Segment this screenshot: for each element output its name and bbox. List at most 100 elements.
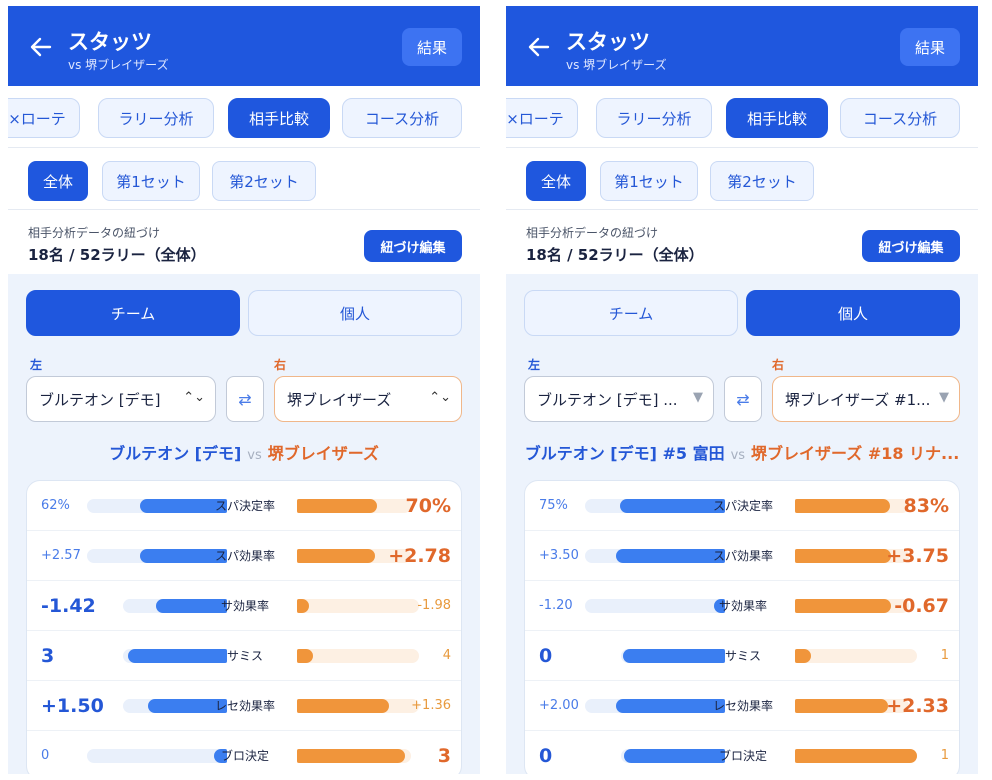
right-bar-track — [297, 499, 411, 513]
link-value: 18名 / 52ラリー（全体） — [526, 246, 704, 264]
right-bar — [297, 749, 405, 763]
right-bar — [795, 649, 811, 663]
dropdown-triangle-icon: ▼ — [939, 390, 949, 405]
left-team-select-value: ブルテオン [デモ] — [39, 390, 161, 409]
tab-rally-analysis[interactable]: ラリー分析 — [596, 98, 712, 138]
stat-right-value: +2.78 — [388, 545, 451, 567]
set-1-button[interactable]: 第1セット — [600, 161, 698, 201]
right-bar-track — [795, 749, 917, 763]
stat-left-value: 0 — [539, 645, 553, 667]
matchup-right: 堺ブレイザーズ — [267, 444, 379, 463]
stats-compare-card: 62% スパ決定率 70% +2.57 スパ効果率 +2.78 -1.42 サ効果率 -1.98… — [26, 480, 462, 774]
matchup-left: ブルテオン [デモ] — [109, 444, 242, 463]
right-player-select[interactable]: 堺ブレイザーズ #1... ▼ — [772, 376, 960, 422]
stat-right-value: 1 — [940, 648, 949, 663]
right-player-select-value: 堺ブレイザーズ #1... — [785, 390, 931, 409]
tab-rotation[interactable]: ×ローテ — [506, 98, 578, 138]
result-button[interactable]: 結果 — [900, 28, 960, 66]
analysis-tabs: ×ローテ ラリー分析 相手比較 コース分析 — [506, 86, 978, 148]
stat-label: スパ決定率 — [712, 499, 773, 513]
right-bar — [297, 599, 309, 613]
stat-row: 75% スパ決定率 83% — [525, 481, 959, 531]
dropdown-triangle-icon: ▼ — [693, 390, 703, 405]
left-team-select[interactable]: ブルテオン [デモ] ⌃⌄ — [26, 376, 216, 422]
right-bar-track — [297, 599, 419, 613]
matchup-left: ブルテオン [デモ] #5 富田 — [524, 444, 725, 463]
tab-rotation[interactable]: ×ローテ — [8, 98, 80, 138]
stat-row: -1.20 サ効果率 -0.67 — [525, 581, 959, 631]
page-title: スタッツ — [68, 30, 152, 54]
stat-row: +2.57 スパ効果率 +2.78 — [27, 531, 461, 581]
right-bar-track — [297, 699, 419, 713]
stat-right-value: +3.75 — [886, 545, 949, 567]
stat-label: スパ効果率 — [712, 549, 773, 563]
individual-mode-button[interactable]: 個人 — [746, 290, 960, 336]
page-title: スタッツ — [566, 30, 650, 54]
stat-left-value: 75% — [539, 498, 568, 513]
right-side-label: 右 — [772, 358, 785, 372]
right-side-label: 右 — [274, 358, 287, 372]
edit-link-button[interactable]: 紐づけ編集 — [862, 230, 960, 262]
tab-rally-analysis[interactable]: ラリー分析 — [98, 98, 214, 138]
stat-right-value: 4 — [442, 648, 451, 663]
result-button[interactable]: 結果 — [402, 28, 462, 66]
stat-right-value: 1 — [940, 748, 949, 763]
left-side-label: 左 — [528, 358, 541, 372]
stat-left-value: -1.20 — [539, 598, 573, 613]
stat-label: ブロ決定 — [220, 749, 269, 763]
tab-course-analysis[interactable]: コース分析 — [840, 98, 960, 138]
stat-label: サ効果率 — [220, 599, 269, 613]
edit-link-button[interactable]: 紐づけ編集 — [364, 230, 462, 262]
set-all-button[interactable]: 全体 — [526, 161, 586, 201]
team-mode-button[interactable]: チーム — [524, 290, 738, 336]
right-bar — [297, 649, 313, 663]
matchup-vs: vs — [247, 448, 262, 463]
stat-label: スパ効果率 — [214, 549, 275, 563]
tab-opponent-compare[interactable]: 相手比較 — [726, 98, 828, 138]
tab-opponent-compare[interactable]: 相手比較 — [228, 98, 330, 138]
set-1-button[interactable]: 第1セット — [102, 161, 200, 201]
right-bar — [297, 699, 389, 713]
set-filter: 全体 第1セット 第2セット — [506, 148, 978, 210]
right-bar — [297, 549, 375, 563]
stat-left-value: +2.00 — [539, 698, 579, 713]
swap-icon[interactable]: ⇄ — [226, 376, 264, 422]
stat-row: +3.50 スパ効果率 +3.75 — [525, 531, 959, 581]
individual-mode-button[interactable]: 個人 — [248, 290, 462, 336]
arrow-left-icon[interactable] — [28, 34, 54, 60]
right-team-select[interactable]: 堺ブレイザーズ ⌃⌄ — [274, 376, 462, 422]
stat-row: 3 サミス 4 — [27, 631, 461, 681]
select-caret-icon: ⌃⌄ — [429, 390, 451, 405]
left-player-select[interactable]: ブルテオン [デモ] ... ▼ — [524, 376, 714, 422]
compare-content: チーム 個人 左 右 ブルテオン [デモ] ... ▼ ⇄ 堺ブレイザーズ #1… — [506, 274, 978, 774]
stat-row: 62% スパ決定率 70% — [27, 481, 461, 531]
opponent-link-section: 相手分析データの紐づけ 18名 / 52ラリー（全体） 紐づけ編集 — [8, 210, 480, 274]
stat-right-value: +1.36 — [411, 698, 451, 713]
stat-row: 0 サミス 1 — [525, 631, 959, 681]
team-mode-button[interactable]: チーム — [26, 290, 240, 336]
stat-label: サ効果率 — [718, 599, 767, 613]
compare-content: チーム 個人 左 右 ブルテオン [デモ] ⌃⌄ ⇄ 堺ブレイザーズ ⌃⌄ ブル… — [8, 274, 480, 774]
stat-left-value: 0 — [41, 748, 50, 763]
page-subtitle: vs 堺ブレイザーズ — [68, 58, 169, 72]
stat-left-value: +1.50 — [41, 695, 104, 717]
stat-left-value: 3 — [41, 645, 55, 667]
tab-course-analysis[interactable]: コース分析 — [342, 98, 462, 138]
stats-screen-individual: スタッツ vs 堺ブレイザーズ 結果 ×ローテ ラリー分析 相手比較 コース分析… — [506, 6, 978, 774]
set-2-button[interactable]: 第2セット — [212, 161, 316, 201]
right-bar — [795, 499, 890, 513]
stat-label: サミス — [226, 649, 263, 663]
swap-icon[interactable]: ⇄ — [724, 376, 762, 422]
stat-label: レセ効果率 — [712, 699, 773, 713]
set-2-button[interactable]: 第2セット — [710, 161, 814, 201]
set-all-button[interactable]: 全体 — [28, 161, 88, 201]
stat-label: スパ決定率 — [214, 499, 275, 513]
page-subtitle: vs 堺ブレイザーズ — [566, 58, 667, 72]
arrow-left-icon[interactable] — [526, 34, 552, 60]
matchup-heading: ブルテオン [デモ] #5 富田 vs 堺ブレイザーズ #18 リナ... — [506, 440, 978, 464]
stat-left-value: +2.57 — [41, 548, 81, 563]
stat-label: レセ効果率 — [214, 699, 275, 713]
analysis-tabs: ×ローテ ラリー分析 相手比較 コース分析 — [8, 86, 480, 148]
stat-right-value: 3 — [437, 745, 451, 767]
stat-label: サミス — [724, 649, 761, 663]
